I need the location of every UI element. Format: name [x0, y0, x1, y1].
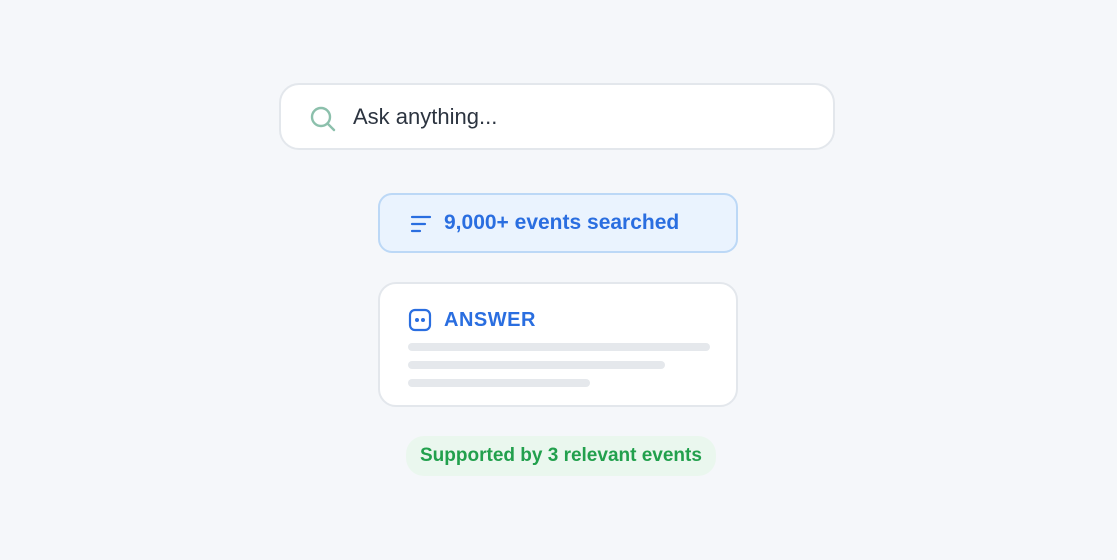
answer-placeholder-line [408, 379, 590, 387]
answer-card: ANSWER [378, 282, 738, 407]
filter-lines-icon [410, 215, 432, 233]
events-searched-label: 9,000+ events searched [444, 211, 680, 234]
answer-placeholder-line [408, 343, 710, 351]
answer-placeholder-line [408, 361, 665, 369]
search-icon [310, 106, 336, 132]
app-canvas: 9,000+ events searched ANSWER Supported … [0, 0, 1117, 560]
answer-heading: ANSWER [444, 309, 536, 331]
supporting-events-badge: Supported by 3 relevant events [406, 436, 716, 476]
search-input[interactable] [353, 85, 813, 148]
events-searched-badge: 9,000+ events searched [378, 193, 738, 253]
bot-face-icon [408, 308, 432, 332]
search-bar[interactable] [279, 83, 835, 150]
